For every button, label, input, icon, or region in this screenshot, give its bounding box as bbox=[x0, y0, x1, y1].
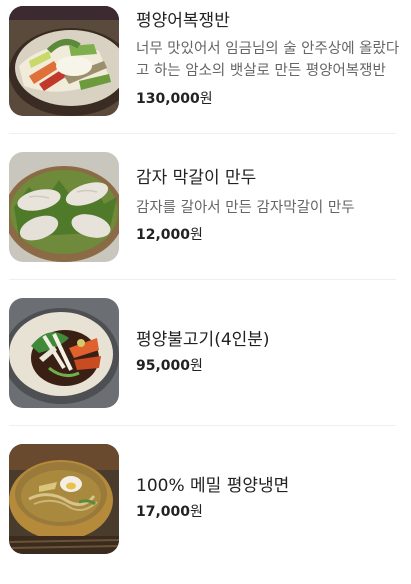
menu-item-info: 평양어복쟁반 너무 맛있어서 임금님의 술 안주상에 올랐다고 하는 암소의 뱃… bbox=[136, 0, 411, 120]
menu-item-photo[interactable] bbox=[9, 152, 119, 262]
menu-item-photo[interactable] bbox=[9, 298, 119, 408]
menu-item-price: 17,000원 bbox=[136, 502, 203, 522]
bulgogi-platter-photo bbox=[9, 298, 119, 408]
price-amount: 95,000 bbox=[136, 358, 191, 374]
price-unit: 원 bbox=[199, 91, 213, 107]
price-unit: 원 bbox=[190, 504, 203, 520]
menu-item-info: 100% 메밀 평양냉면 17,000원 bbox=[136, 438, 411, 558]
potato-dumplings-photo bbox=[9, 152, 119, 262]
divider bbox=[9, 133, 396, 134]
menu-item-name: 감자 막갈이 만두 bbox=[136, 168, 257, 188]
menu-item-price: 130,000원 bbox=[136, 89, 213, 109]
price-amount: 130,000 bbox=[136, 91, 200, 107]
menu-item-name: 평양불고기(4인분) bbox=[136, 330, 270, 350]
menu-list: 평양어복쟁반 너무 맛있어서 임금님의 술 안주상에 올랐다고 하는 암소의 뱃… bbox=[0, 0, 411, 562]
price-unit: 원 bbox=[190, 227, 203, 243]
menu-item-description: 너무 맛있어서 임금님의 술 안주상에 올랐다고 하는 암소의 뱃살로 만든 평… bbox=[136, 41, 400, 79]
price-unit: 원 bbox=[190, 358, 203, 374]
menu-item-info: 감자 막갈이 만두 감자를 갈아서 만든 감자막갈이 만두 12,000원 bbox=[136, 146, 411, 266]
menu-item-name: 100% 메밀 평양냉면 bbox=[136, 476, 290, 496]
menu-item[interactable]: 감자 막갈이 만두 감자를 갈아서 만든 감자막갈이 만두 12,000원 bbox=[0, 146, 411, 292]
menu-item-price: 95,000원 bbox=[136, 356, 203, 376]
menu-item-name: 평양어복쟁반 bbox=[136, 11, 230, 31]
menu-item-description: 감자를 갈아서 만든 감자막갈이 만두 bbox=[136, 200, 355, 216]
menu-item-photo[interactable] bbox=[9, 444, 119, 554]
pyongyang-naengmyeon-photo bbox=[9, 444, 119, 554]
menu-item[interactable]: 평양불고기(4인분) 95,000원 bbox=[0, 292, 411, 438]
menu-item-price: 12,000원 bbox=[136, 225, 203, 245]
divider bbox=[9, 425, 396, 426]
eobok-jaengban-photo bbox=[9, 6, 119, 116]
menu-item[interactable]: 100% 메밀 평양냉면 17,000원 bbox=[0, 438, 411, 584]
price-amount: 12,000 bbox=[136, 227, 191, 243]
menu-item-photo[interactable] bbox=[9, 6, 119, 116]
price-amount: 17,000 bbox=[136, 504, 191, 520]
divider bbox=[9, 279, 396, 280]
menu-item-info: 평양불고기(4인분) 95,000원 bbox=[136, 292, 411, 412]
menu-item[interactable]: 평양어복쟁반 너무 맛있어서 임금님의 술 안주상에 올랐다고 하는 암소의 뱃… bbox=[0, 0, 411, 146]
